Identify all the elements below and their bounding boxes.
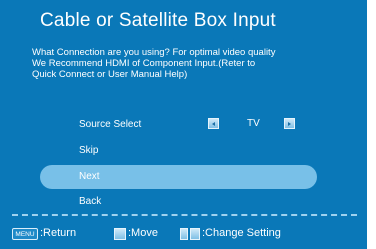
menu-item-skip[interactable]: Skip: [79, 145, 98, 156]
menu-item-back[interactable]: Back: [79, 196, 101, 207]
description-line-2: We Recommend HDMI of Component Input.(Re…: [32, 58, 256, 69]
page-title: Cable or Satellite Box Input: [40, 10, 276, 31]
menu-key-icon: MENU: [12, 228, 38, 240]
left-keys-icon: [180, 228, 188, 240]
menu-item-next[interactable]: Next: [79, 171, 100, 182]
return-hint: :Return: [40, 227, 77, 239]
description: What Connection are you using? For optim…: [32, 47, 352, 80]
description-line-3: Quick Connect or User Manual Help): [32, 69, 188, 80]
source-value: TV: [247, 118, 260, 129]
left-arrow-icon[interactable]: [208, 118, 219, 129]
description-line-1: What Connection are you using? For optim…: [32, 47, 276, 58]
move-hint: :Move: [128, 227, 158, 239]
divider: [12, 214, 357, 216]
menu-item-source-select[interactable]: Source Select: [79, 119, 141, 130]
left-right-keys-icon: [190, 228, 200, 240]
change-setting-hint: :Change Setting: [202, 227, 281, 239]
up-down-keys-icon: [114, 228, 126, 240]
osd-screen: Cable or Satellite Box Input What Connec…: [0, 0, 367, 249]
right-arrow-icon[interactable]: [284, 118, 295, 129]
